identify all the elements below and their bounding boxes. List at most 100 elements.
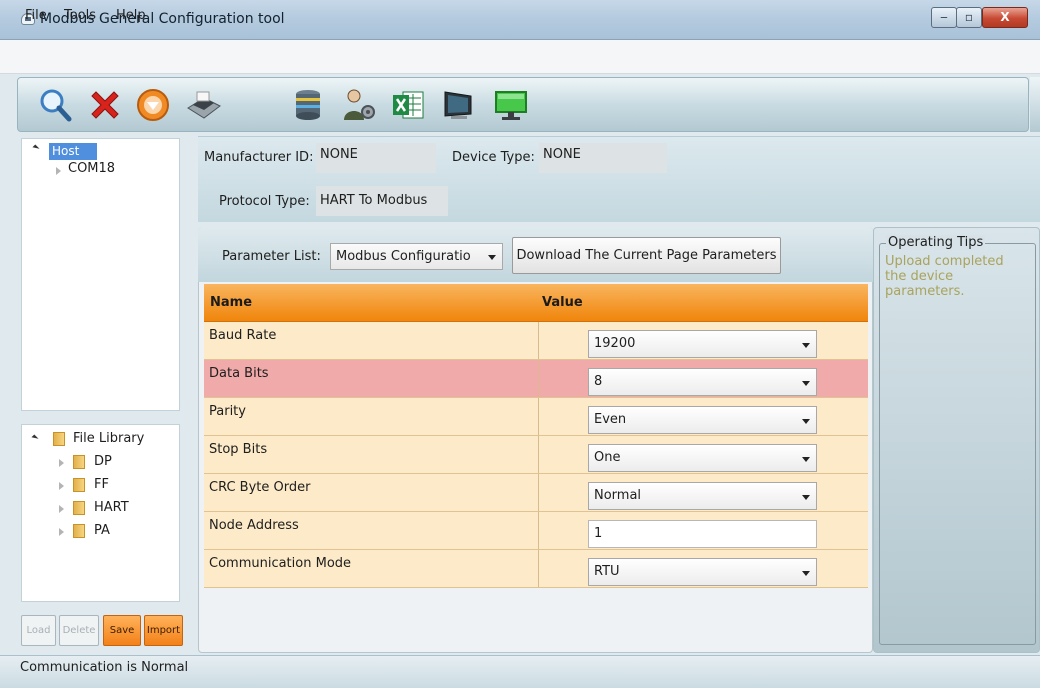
- expand-folder-icon[interactable]: [59, 482, 64, 490]
- table-row[interactable]: Stop Bits One: [204, 436, 868, 474]
- param-name: Data Bits: [209, 366, 269, 381]
- expand-folder-icon[interactable]: [59, 459, 64, 467]
- excel-icon[interactable]: [389, 86, 427, 124]
- param-value: Normal: [594, 488, 642, 503]
- tips-title: Operating Tips: [886, 235, 986, 250]
- table-row[interactable]: Data Bits 8: [204, 360, 868, 398]
- save-button[interactable]: Save: [103, 615, 141, 646]
- device-tree: Host COM18: [21, 138, 180, 411]
- column-separator: [538, 322, 539, 359]
- communication-mode-select[interactable]: RTU: [588, 558, 817, 586]
- table-row[interactable]: Baud Rate 19200: [204, 322, 868, 360]
- param-name: Node Address: [209, 518, 299, 533]
- menu-help[interactable]: Help: [116, 8, 146, 23]
- download-icon[interactable]: [134, 86, 172, 124]
- manufacturer-label: Manufacturer ID:: [204, 150, 314, 165]
- chevron-down-icon: [802, 495, 810, 500]
- column-separator: [538, 474, 539, 511]
- parity-select[interactable]: Even: [588, 406, 817, 434]
- chevron-down-icon: [488, 255, 496, 260]
- manufacturer-value: NONE: [316, 143, 436, 173]
- param-value: 19200: [594, 336, 636, 351]
- monitor-icon[interactable]: [439, 86, 477, 124]
- screen-icon[interactable]: [492, 86, 530, 124]
- column-separator: [538, 550, 539, 587]
- param-name: Stop Bits: [209, 442, 268, 457]
- folder-icon: [53, 432, 65, 446]
- tips-frame: [879, 243, 1036, 645]
- chevron-down-icon: [802, 419, 810, 424]
- table-row[interactable]: Parity Even: [204, 398, 868, 436]
- printer-icon[interactable]: [184, 86, 222, 124]
- param-value: 8: [594, 374, 603, 389]
- chevron-down-icon: [802, 571, 810, 576]
- expand-host-icon[interactable]: [32, 144, 40, 152]
- menu-tools[interactable]: Tools: [64, 8, 96, 23]
- param-name: Baud Rate: [209, 328, 277, 343]
- import-button[interactable]: Import: [144, 615, 183, 646]
- column-separator: [538, 360, 539, 397]
- param-name: CRC Byte Order: [209, 480, 311, 495]
- column-name-header[interactable]: Name: [210, 295, 252, 310]
- menu-bar: [0, 40, 1040, 74]
- user-settings-icon[interactable]: [339, 86, 377, 124]
- protocol-label: Protocol Type:: [219, 194, 310, 209]
- folder-icon: [73, 478, 85, 492]
- column-separator: [538, 398, 539, 435]
- maximize-button[interactable]: ▫: [956, 7, 982, 28]
- expand-library-icon[interactable]: [31, 434, 39, 442]
- library-folder-dp[interactable]: DP: [94, 454, 112, 469]
- menu-file[interactable]: File: [25, 8, 47, 23]
- load-button[interactable]: Load: [21, 615, 56, 646]
- folder-icon: [73, 501, 85, 515]
- close-icon[interactable]: [86, 86, 124, 124]
- crc-byte-order-select[interactable]: Normal: [588, 482, 817, 510]
- param-value: Even: [594, 412, 627, 427]
- chevron-down-icon: [802, 381, 810, 386]
- tree-item-com18[interactable]: COM18: [68, 161, 115, 176]
- device-type-label: Device Type:: [452, 150, 535, 165]
- table-row[interactable]: Communication Mode RTU: [204, 550, 868, 588]
- device-type-value: NONE: [539, 143, 667, 173]
- param-name: Parity: [209, 404, 246, 419]
- data-bits-select[interactable]: 8: [588, 368, 817, 396]
- grid-header: Name Value: [204, 284, 868, 322]
- parameter-list-value: Modbus Configuratio: [336, 249, 471, 264]
- delete-button[interactable]: Delete: [59, 615, 99, 646]
- file-library: File Library DP FF HART PA: [21, 424, 180, 602]
- baud-rate-select[interactable]: 19200: [588, 330, 817, 358]
- toolbar-grip[interactable]: [1030, 77, 1040, 132]
- library-folder-ff[interactable]: FF: [94, 477, 109, 492]
- expand-com-icon[interactable]: [56, 167, 61, 175]
- file-library-label[interactable]: File Library: [73, 431, 144, 446]
- protocol-value: HART To Modbus: [316, 186, 448, 216]
- close-window-button[interactable]: X: [982, 7, 1028, 28]
- column-value-header[interactable]: Value: [542, 295, 583, 310]
- download-parameters-button[interactable]: Download The Current Page Parameters: [512, 237, 781, 274]
- tips-text: Upload completed the device parameters.: [885, 254, 1004, 299]
- table-row[interactable]: CRC Byte Order Normal: [204, 474, 868, 512]
- chevron-down-icon: [802, 457, 810, 462]
- folder-icon: [73, 455, 85, 469]
- column-separator: [538, 436, 539, 473]
- param-value: RTU: [594, 564, 620, 579]
- stop-bits-select[interactable]: One: [588, 444, 817, 472]
- status-text: Communication is Normal: [20, 660, 189, 675]
- folder-icon: [73, 524, 85, 538]
- column-separator: [538, 512, 539, 549]
- table-row[interactable]: Node Address 1: [204, 512, 868, 550]
- param-value: One: [594, 450, 621, 465]
- chevron-down-icon: [802, 343, 810, 348]
- tree-item-host[interactable]: Host: [49, 143, 97, 160]
- param-name: Communication Mode: [209, 556, 352, 571]
- parameter-list-label: Parameter List:: [222, 249, 321, 264]
- parameter-list-select[interactable]: Modbus Configuratio: [330, 243, 503, 270]
- minimize-button[interactable]: ‒: [931, 7, 957, 28]
- library-folder-pa[interactable]: PA: [94, 523, 110, 538]
- search-icon[interactable]: [36, 86, 74, 124]
- library-folder-hart[interactable]: HART: [94, 500, 129, 515]
- node-address-input[interactable]: 1: [588, 520, 817, 548]
- expand-folder-icon[interactable]: [59, 528, 64, 536]
- expand-folder-icon[interactable]: [59, 505, 64, 513]
- database-icon[interactable]: [289, 86, 327, 124]
